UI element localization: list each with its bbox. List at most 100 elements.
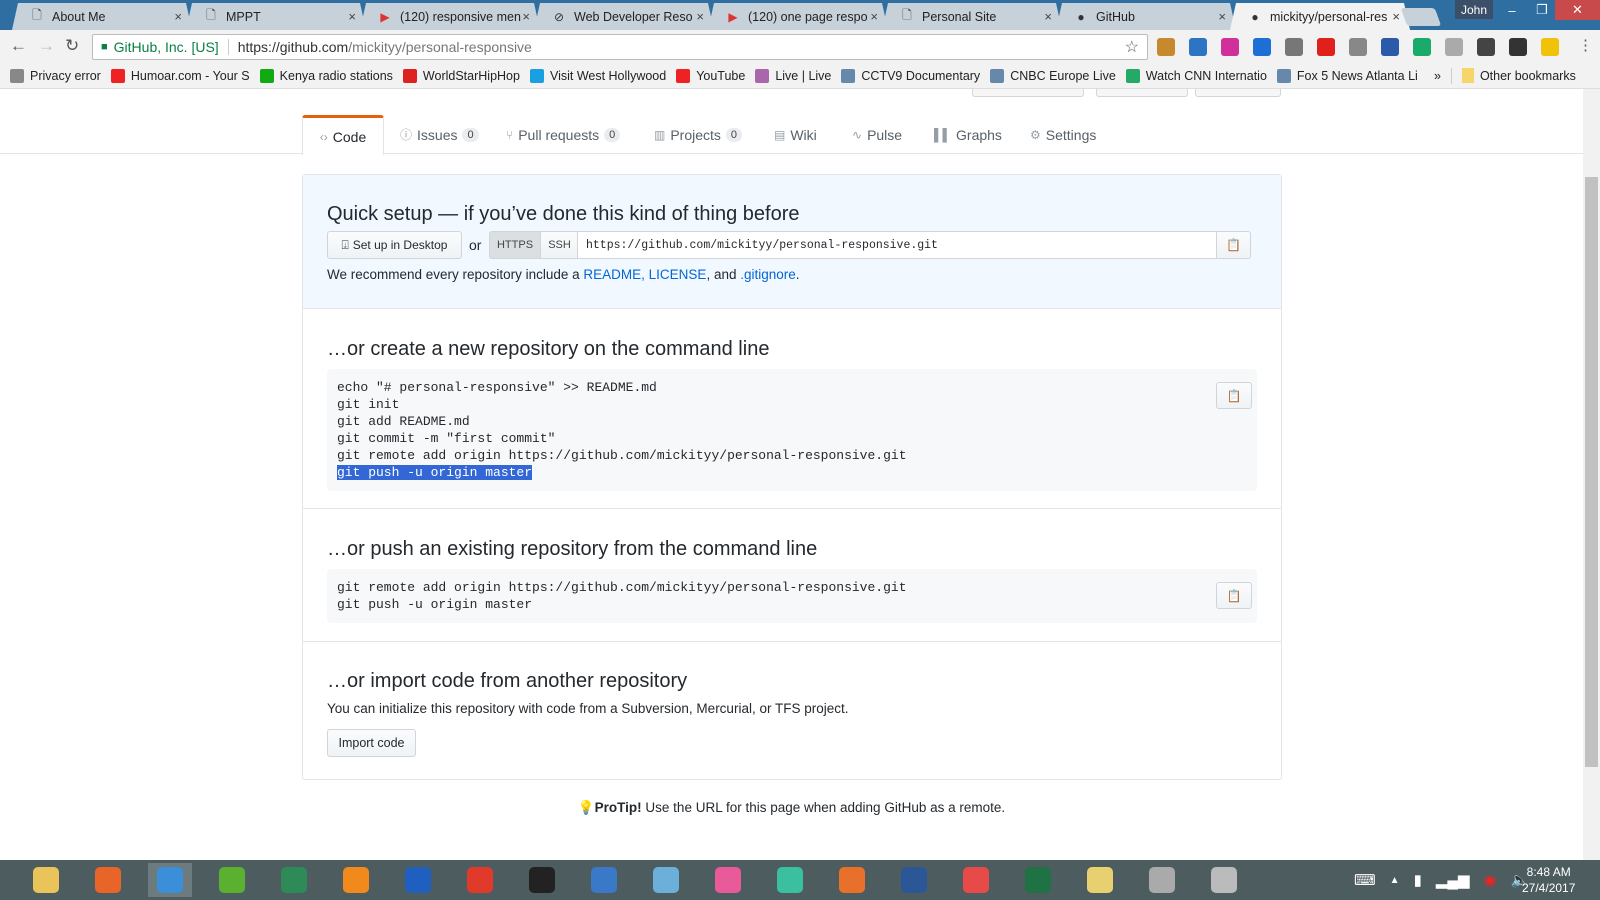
close-tab-icon[interactable]: × — [348, 9, 356, 24]
extension-icon[interactable] — [1253, 38, 1271, 56]
forward-icon[interactable]: → — [38, 36, 55, 56]
browser-tab[interactable]: ⊘ Web Developer Reso × — [534, 3, 714, 30]
watch-button[interactable] — [972, 89, 1084, 97]
bookmark-item[interactable]: CCTV9 Documentary — [841, 68, 980, 83]
taskbar-app-icon[interactable] — [830, 863, 874, 897]
readme-link[interactable]: README — [583, 267, 641, 282]
taskbar-app-icon[interactable] — [1078, 863, 1122, 897]
repo-tab-pull-requests[interactable]: ⑂ Pull requests 0 — [506, 115, 621, 154]
close-tab-icon[interactable]: × — [1044, 9, 1052, 24]
page-scrollbar[interactable] — [1583, 89, 1600, 860]
taskbar-app-icon[interactable] — [644, 863, 688, 897]
taskbar-app-icon[interactable] — [768, 863, 812, 897]
taskbar-app-icon[interactable] — [1140, 863, 1184, 897]
https-toggle[interactable]: HTTPS — [489, 231, 541, 259]
repo-tab-issues[interactable]: ⓘ Issues 0 — [400, 115, 479, 154]
taskbar-app-icon[interactable] — [396, 863, 440, 897]
restore-button[interactable]: ❐ — [1527, 0, 1557, 20]
close-window-button[interactable]: ✕ — [1555, 0, 1600, 20]
taskbar-app-icon[interactable] — [1016, 863, 1060, 897]
bookmark-item[interactable]: Kenya radio stations — [259, 68, 393, 83]
back-icon[interactable]: ← — [10, 36, 27, 56]
profile-button[interactable]: John — [1455, 0, 1493, 19]
browser-tab[interactable]: ▶ (120) one page respo × — [708, 3, 888, 30]
bookmark-item[interactable]: CNBC Europe Live — [990, 68, 1116, 83]
license-link[interactable]: LICENSE — [649, 267, 707, 282]
copy-new-repo-button[interactable]: 📋 — [1216, 382, 1252, 409]
extension-icon[interactable] — [1509, 38, 1527, 56]
browser-tab[interactable]: ● GitHub × — [1056, 3, 1236, 30]
taskbar-app-icon[interactable] — [210, 863, 254, 897]
copy-url-button[interactable]: 📋 — [1216, 231, 1251, 259]
extension-icon[interactable] — [1541, 38, 1559, 56]
taskbar-app-icon[interactable] — [582, 863, 626, 897]
clock[interactable]: 8:48 AM 27/4/2017 — [1522, 860, 1575, 900]
push-repo-commands[interactable]: git remote add origin https://github.com… — [327, 569, 1257, 623]
taskbar-app-icon[interactable] — [148, 863, 192, 897]
clone-url-input[interactable]: https://github.com/mickityy/personal-res… — [577, 231, 1217, 259]
taskbar-app-icon[interactable] — [954, 863, 998, 897]
taskbar-app-icon[interactable] — [706, 863, 750, 897]
fork-button[interactable] — [1195, 89, 1281, 97]
close-tab-icon[interactable]: × — [522, 9, 530, 24]
extension-icon[interactable] — [1477, 38, 1495, 56]
close-tab-icon[interactable]: × — [870, 9, 878, 24]
taskbar-app-icon[interactable] — [520, 863, 564, 897]
bookmark-item[interactable]: Privacy error — [10, 68, 101, 83]
extension-icon[interactable] — [1189, 38, 1207, 56]
repo-tab-settings[interactable]: ⚙ Settings — [1030, 115, 1096, 154]
browser-tab[interactable]: 🗋 MPPT × — [186, 3, 366, 30]
browser-tab[interactable]: ▶ (120) responsive men × — [360, 3, 540, 30]
new-tab-button[interactable] — [1400, 8, 1442, 26]
tray-expand-icon[interactable]: ▲ — [1390, 875, 1400, 886]
ssh-toggle[interactable]: SSH — [540, 231, 579, 259]
bookmark-star-icon[interactable]: ☆ — [1125, 37, 1139, 57]
bookmark-item[interactable]: WorldStarHipHop — [402, 68, 520, 83]
repo-tab-wiki[interactable]: ▤ Wiki — [774, 115, 817, 154]
extension-icon[interactable] — [1413, 38, 1431, 56]
extension-icon[interactable] — [1285, 38, 1303, 56]
taskbar-app-icon[interactable] — [1202, 863, 1246, 897]
bookmark-item[interactable]: Visit West Hollywood — [529, 68, 666, 83]
bookmark-item[interactable]: YouTube — [676, 68, 745, 83]
more-bookmarks-button[interactable]: » — [1434, 69, 1441, 83]
reload-icon[interactable]: ↻ — [65, 36, 79, 56]
copy-push-button[interactable]: 📋 — [1216, 582, 1252, 609]
taskbar-app-icon[interactable] — [86, 863, 130, 897]
minimize-button[interactable]: – — [1497, 0, 1527, 20]
taskbar-app-icon[interactable] — [334, 863, 378, 897]
repo-tab-pulse[interactable]: ∿ Pulse — [852, 115, 902, 154]
extension-icon[interactable] — [1157, 38, 1175, 56]
close-tab-icon[interactable]: × — [696, 9, 704, 24]
repo-tab-projects[interactable]: ▥ Projects 0 — [654, 115, 743, 154]
bookmark-item[interactable]: Fox 5 News Atlanta Li — [1276, 68, 1418, 83]
browser-tab[interactable]: ● mickityy/personal-res × — [1230, 3, 1410, 30]
repo-tab-code[interactable]: ‹› Code — [302, 115, 384, 155]
taskbar-app-icon[interactable] — [892, 863, 936, 897]
taskbar-app-icon[interactable] — [458, 863, 502, 897]
extension-icon[interactable] — [1349, 38, 1367, 56]
new-repo-commands[interactable]: echo "# personal-responsive" >> README.m… — [327, 369, 1257, 491]
other-bookmarks[interactable]: Other bookmarks — [1480, 69, 1576, 83]
taskbar-app-icon[interactable] — [272, 863, 316, 897]
extension-icon[interactable] — [1445, 38, 1463, 56]
close-tab-icon[interactable]: × — [1218, 9, 1226, 24]
setup-desktop-button[interactable]: ⍗ Set up in Desktop — [327, 231, 462, 259]
import-code-button[interactable]: Import code — [327, 729, 416, 757]
bookmark-item[interactable]: Humoar.com - Your S — [110, 68, 250, 83]
taskbar-app-icon[interactable] — [24, 863, 68, 897]
gitignore-link[interactable]: .gitignore — [740, 267, 796, 282]
address-bar[interactable]: ■ GitHub, Inc. [US] https://github.com/m… — [92, 34, 1148, 60]
repo-tab-graphs[interactable]: ▌▌ Graphs — [934, 115, 1002, 154]
browser-tab[interactable]: 🗋 Personal Site × — [882, 3, 1062, 30]
close-tab-icon[interactable]: × — [1392, 9, 1400, 24]
signal-icon[interactable]: ▂▄▆ — [1436, 871, 1470, 889]
tray-app-icon[interactable]: ◉ — [1484, 871, 1497, 889]
extension-icon[interactable] — [1317, 38, 1335, 56]
close-tab-icon[interactable]: × — [174, 9, 182, 24]
browser-tab[interactable]: 🗋 About Me × — [12, 3, 192, 30]
extension-icon[interactable] — [1221, 38, 1239, 56]
keyboard-icon[interactable]: ⌨ — [1354, 871, 1376, 889]
extension-icon[interactable] — [1381, 38, 1399, 56]
bookmark-item[interactable]: Live | Live — [755, 68, 831, 83]
